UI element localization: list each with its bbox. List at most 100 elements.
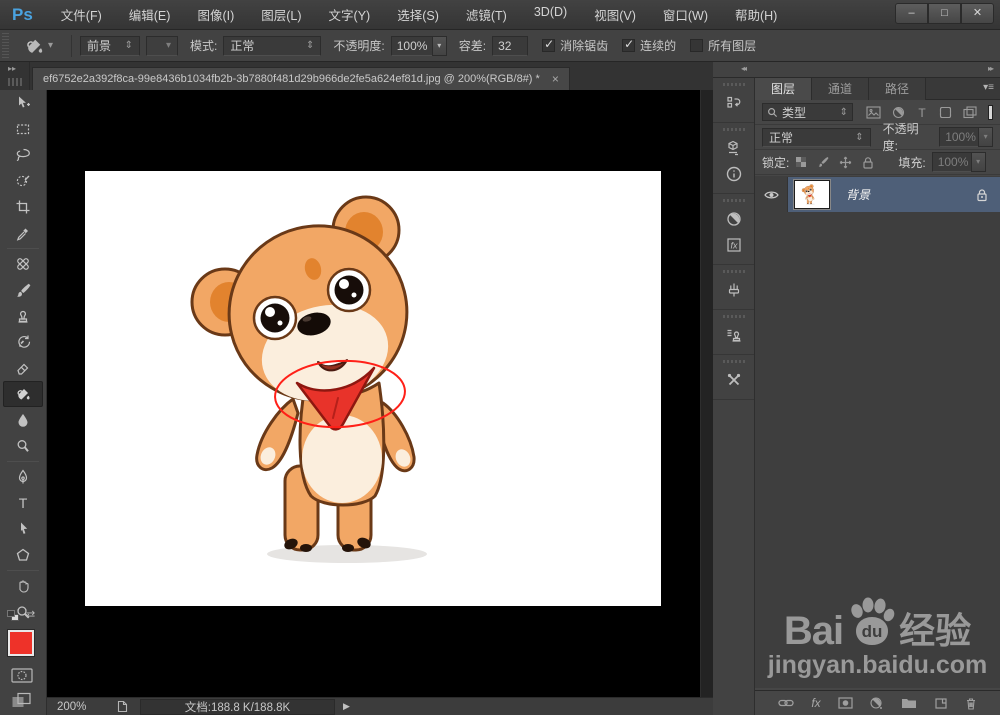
layer-opacity-dropdown[interactable]: ▾ bbox=[978, 127, 993, 147]
options-bar-grip[interactable] bbox=[2, 32, 9, 59]
panel-menu-icon[interactable]: ▾≡ bbox=[983, 82, 994, 93]
shape-tool[interactable] bbox=[3, 542, 43, 568]
mode-select[interactable]: 正常 ⇕ bbox=[223, 35, 322, 56]
document-tab[interactable]: ef6752e2a392f8ca-99e8436b1034fb2b-3b7880… bbox=[32, 67, 570, 90]
all-layers-checkbox[interactable] bbox=[690, 39, 704, 52]
path-selection-tool[interactable] bbox=[3, 516, 43, 542]
pen-tool[interactable] bbox=[3, 464, 43, 490]
menu-image[interactable]: 图像(I) bbox=[197, 5, 234, 24]
contiguous-checkbox[interactable] bbox=[622, 37, 636, 52]
brush-tool[interactable] bbox=[3, 277, 43, 303]
new-layer-icon[interactable] bbox=[934, 697, 948, 710]
opacity-dropdown-button[interactable]: ▾ bbox=[431, 35, 447, 56]
eyedropper-tool[interactable] bbox=[3, 220, 43, 246]
pixel-layer-filter-icon[interactable] bbox=[866, 105, 881, 119]
history-panel-button[interactable] bbox=[713, 90, 755, 116]
lasso-tool[interactable] bbox=[3, 142, 43, 168]
paint-bucket-tool[interactable] bbox=[3, 381, 43, 407]
layer-thumbnail[interactable] bbox=[793, 179, 831, 210]
layer-opacity-field[interactable]: 100% bbox=[939, 127, 980, 147]
expand-panels-icon[interactable]: ◂◂ bbox=[741, 64, 747, 73]
foreground-color-swatch[interactable] bbox=[7, 629, 35, 657]
quick-mask-button[interactable] bbox=[11, 668, 33, 683]
add-layer-mask-icon[interactable] bbox=[838, 697, 853, 709]
new-group-icon[interactable] bbox=[901, 697, 917, 709]
type-tool[interactable]: T bbox=[3, 490, 43, 516]
clone-stamp-tool[interactable] bbox=[3, 303, 43, 329]
tab-paths[interactable]: 路径 bbox=[869, 78, 926, 100]
filter-kind-select[interactable]: 类型 ⇕ bbox=[762, 103, 854, 121]
canvas-vertical-scrollbar[interactable] bbox=[700, 90, 713, 697]
quick-selection-tool[interactable] bbox=[3, 168, 43, 194]
shape-layer-filter-icon[interactable] bbox=[939, 106, 952, 119]
anti-alias-checkbox[interactable] bbox=[542, 37, 556, 52]
move-tool[interactable] bbox=[3, 90, 43, 116]
collapse-panels-icon[interactable]: ▸▸ bbox=[988, 64, 994, 73]
lock-position-icon[interactable] bbox=[839, 156, 852, 169]
new-adjustment-layer-icon[interactable] bbox=[870, 696, 884, 710]
menu-view[interactable]: 视图(V) bbox=[594, 5, 636, 24]
hand-tool[interactable] bbox=[3, 573, 43, 599]
close-button[interactable]: ✕ bbox=[961, 3, 994, 24]
minimize-button[interactable]: – bbox=[895, 3, 928, 24]
adjustments-panel-button[interactable] bbox=[713, 206, 755, 232]
menu-3d[interactable]: 3D(D) bbox=[534, 5, 567, 24]
document-image[interactable] bbox=[85, 171, 661, 606]
menu-filter[interactable]: 滤镜(T) bbox=[466, 5, 507, 24]
layer-style-icon[interactable]: fx bbox=[811, 696, 820, 710]
clone-source-panel-button[interactable] bbox=[713, 322, 755, 348]
fill-source-select[interactable]: 前景 ⇕ bbox=[80, 35, 141, 56]
tab-layers[interactable]: 图层 bbox=[755, 78, 812, 100]
spot-healing-brush-tool[interactable] bbox=[3, 251, 43, 277]
adjustment-layer-filter-icon[interactable] bbox=[892, 106, 905, 119]
zoom-level-field[interactable]: 200% bbox=[57, 701, 102, 713]
status-options-arrow-icon[interactable]: ▶ bbox=[343, 701, 350, 712]
blur-tool[interactable] bbox=[3, 407, 43, 433]
swap-colors-button[interactable]: ⇄ bbox=[26, 608, 35, 621]
crop-tool[interactable] bbox=[3, 194, 43, 220]
menu-type[interactable]: 文字(Y) bbox=[329, 5, 371, 24]
lock-paint-icon[interactable] bbox=[817, 156, 829, 168]
history-brush-tool[interactable] bbox=[3, 329, 43, 355]
document-status-icon[interactable] bbox=[110, 699, 134, 714]
info-panel-button[interactable] bbox=[713, 161, 755, 187]
tolerance-field[interactable]: 32 bbox=[492, 35, 529, 56]
styles-panel-button[interactable]: fx bbox=[713, 232, 755, 258]
screen-mode-button[interactable] bbox=[11, 692, 33, 709]
tab-bar-corner[interactable]: ▸▸ bbox=[0, 62, 30, 90]
eraser-tool[interactable] bbox=[3, 355, 43, 381]
menu-file[interactable]: 文件(F) bbox=[61, 5, 102, 24]
brush-panel-button[interactable] bbox=[713, 277, 755, 303]
layer-visibility-toggle[interactable] bbox=[755, 177, 788, 212]
menu-layer[interactable]: 图层(L) bbox=[261, 5, 301, 24]
rectangular-marquee-tool[interactable] bbox=[3, 116, 43, 142]
tab-close-icon[interactable]: × bbox=[552, 72, 559, 86]
selected-layer[interactable]: 背景 bbox=[788, 177, 1000, 212]
smart-object-filter-icon[interactable] bbox=[963, 105, 977, 119]
tab-channels[interactable]: 通道 bbox=[812, 78, 869, 100]
maximize-button[interactable]: □ bbox=[928, 3, 961, 24]
opacity-field[interactable]: 100% bbox=[390, 35, 433, 56]
canvas-area[interactable] bbox=[47, 90, 700, 697]
filter-toggle-switch[interactable] bbox=[988, 104, 993, 120]
layer-row-background[interactable]: 背景 bbox=[755, 177, 1000, 212]
active-tool-badge[interactable]: ▾ bbox=[23, 36, 53, 56]
fill-dropdown[interactable]: ▾ bbox=[970, 152, 986, 172]
fill-field[interactable]: 100% bbox=[931, 152, 972, 172]
menu-select[interactable]: 选择(S) bbox=[397, 5, 439, 24]
blend-mode-select[interactable]: 正常 ⇕ bbox=[762, 127, 871, 147]
lock-transparent-icon[interactable] bbox=[795, 156, 807, 168]
link-layers-icon[interactable] bbox=[778, 698, 794, 708]
menu-window[interactable]: 窗口(W) bbox=[663, 5, 708, 24]
tool-preset-dropdown-icon[interactable]: ▾ bbox=[48, 40, 53, 51]
default-colors-button[interactable] bbox=[7, 610, 21, 622]
properties-panel-button[interactable] bbox=[713, 135, 755, 161]
menu-edit[interactable]: 编辑(E) bbox=[129, 5, 171, 24]
lock-all-icon[interactable] bbox=[862, 156, 874, 169]
dodge-tool[interactable] bbox=[3, 433, 43, 459]
tool-presets-panel-button[interactable] bbox=[713, 367, 755, 393]
pattern-picker[interactable]: ▾ bbox=[146, 35, 179, 56]
menu-help[interactable]: 帮助(H) bbox=[735, 5, 777, 24]
delete-layer-icon[interactable] bbox=[965, 697, 977, 710]
type-layer-filter-icon[interactable]: T bbox=[916, 106, 928, 119]
